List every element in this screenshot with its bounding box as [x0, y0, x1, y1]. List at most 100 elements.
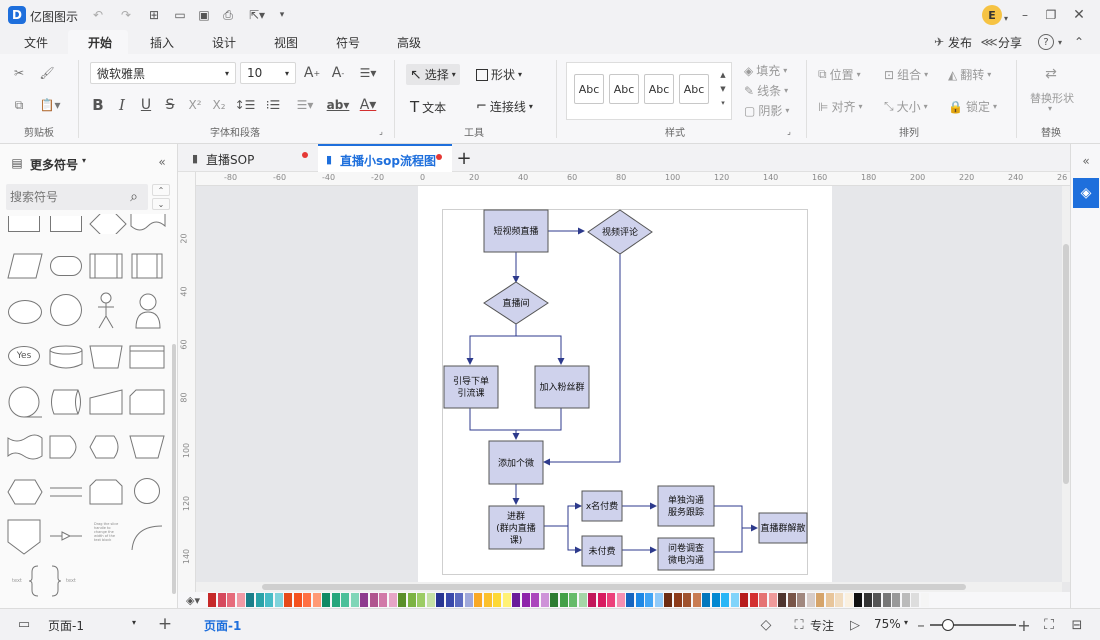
replace-shape-icon[interactable]: ⇄ — [1040, 64, 1062, 84]
color-swatch[interactable] — [360, 593, 368, 607]
shape-user[interactable] — [134, 292, 162, 330]
color-swatch[interactable] — [683, 593, 691, 607]
doc-tab-2[interactable]: ▮ 直播小sop流程图 — [318, 144, 452, 172]
color-swatch[interactable] — [464, 593, 473, 607]
color-swatch[interactable] — [531, 593, 539, 607]
color-swatch[interactable] — [616, 593, 625, 607]
restore-icon[interactable]: ❐ — [1042, 6, 1060, 24]
color-swatch[interactable] — [626, 593, 634, 607]
shape-ellipse[interactable] — [8, 300, 42, 324]
bold-icon[interactable]: B — [90, 96, 106, 114]
menu-insert[interactable]: 插入 — [150, 34, 174, 51]
share-button[interactable]: 分享 — [998, 34, 1022, 51]
node-n7[interactable]: 进群 (群内直播 课) — [488, 505, 545, 550]
color-swatch[interactable] — [597, 593, 606, 607]
shape-punched-tape[interactable] — [6, 434, 44, 460]
shape-parallel-lines[interactable] — [48, 478, 84, 506]
style-sample-3[interactable]: Abc — [644, 74, 674, 104]
color-swatch[interactable] — [588, 593, 596, 607]
publish-button[interactable]: 发布 — [948, 34, 972, 51]
chevron-down-icon[interactable]: ▾ — [904, 618, 908, 627]
drawing-canvas[interactable]: 短视频直播 视频评论 直播间 引导下单 引流课 加入粉丝群 添加个微 进群 (群… — [196, 186, 1062, 582]
color-swatch[interactable] — [303, 593, 311, 607]
color-swatch[interactable] — [835, 593, 843, 607]
color-swatch[interactable] — [388, 593, 397, 607]
style-dialog-launcher-icon[interactable]: ⌟ — [784, 126, 794, 136]
color-swatch[interactable] — [749, 593, 758, 607]
shape-card[interactable] — [88, 344, 124, 370]
style-sample-1[interactable]: Abc — [574, 74, 604, 104]
color-swatch[interactable] — [436, 593, 444, 607]
shape-document[interactable] — [128, 214, 168, 234]
font-family-select[interactable]: 微软雅黑 ▾ — [90, 62, 236, 84]
color-swatch[interactable] — [702, 593, 710, 607]
shape-direct-data[interactable] — [48, 388, 84, 416]
color-swatch[interactable] — [806, 593, 815, 607]
expand-panel-icon[interactable]: « — [1077, 152, 1095, 170]
text-highlight-icon[interactable]: ab▾ — [326, 96, 350, 114]
focus-icon[interactable]: ⛶ — [790, 615, 808, 635]
color-swatch[interactable] — [445, 593, 454, 607]
color-swatch[interactable] — [502, 593, 511, 607]
edge-n10-n12[interactable] — [714, 505, 758, 532]
shape-connector-circle[interactable] — [134, 478, 160, 504]
color-swatch[interactable] — [540, 593, 549, 607]
decrease-font-icon[interactable]: A- — [328, 64, 348, 82]
collapse-ribbon-icon[interactable]: ⌃ — [1072, 34, 1086, 50]
shape-internal-storage[interactable] — [128, 344, 166, 370]
text-align-icon[interactable]: ☰▾ — [356, 64, 380, 82]
shape-terminator[interactable] — [50, 256, 82, 276]
font-dialog-launcher-icon[interactable]: ⌟ — [376, 126, 386, 136]
panel-scrollbar[interactable] — [172, 344, 176, 594]
color-swatch[interactable] — [692, 593, 701, 607]
lock-button[interactable]: 🔒 锁定 ▾ — [948, 98, 997, 115]
save-icon[interactable]: ▣ — [196, 7, 212, 23]
zoom-out-icon[interactable]: – — [914, 615, 928, 635]
page-view-icon[interactable]: ▭ — [14, 616, 34, 632]
color-swatch[interactable] — [379, 593, 387, 607]
focus-mode-button[interactable]: 专注 — [810, 617, 834, 634]
edge-n7-n8[interactable] — [544, 502, 582, 527]
avatar-dropdown-icon[interactable]: ▾ — [1002, 14, 1010, 23]
share-icon[interactable]: ⋘ — [980, 34, 997, 50]
shape-arc[interactable] — [128, 522, 166, 552]
publish-icon[interactable]: ✈ — [932, 34, 946, 50]
shape-actor[interactable] — [94, 292, 118, 330]
node-n4[interactable]: 引导下单 引流课 — [443, 365, 499, 409]
color-swatch[interactable] — [816, 593, 824, 607]
node-n12[interactable]: 直播群解散 — [758, 512, 808, 544]
color-swatch[interactable] — [341, 593, 349, 607]
shape-hexagon[interactable] — [6, 478, 44, 506]
color-swatch[interactable] — [474, 593, 482, 607]
shape-manual-operation[interactable] — [128, 434, 166, 460]
help-icon[interactable]: ? — [1038, 34, 1054, 50]
color-swatch[interactable] — [417, 593, 425, 607]
shape-circle[interactable] — [50, 294, 82, 326]
bullet-list-icon[interactable]: ⁝☰ — [262, 96, 284, 114]
scroll-up-icon[interactable]: ⌃ — [152, 184, 170, 196]
style-gallery-scroll-icon[interactable]: ▲ ▼ ▾ — [718, 64, 728, 114]
color-swatch[interactable] — [778, 593, 786, 607]
shape-tool-button[interactable]: 形状 ▾ — [476, 66, 522, 83]
zoom-slider-thumb[interactable] — [942, 619, 954, 631]
shape-loop-limit[interactable] — [88, 478, 124, 506]
font-size-select[interactable]: 10 ▾ — [240, 62, 296, 84]
chevron-down-icon[interactable]: ▾ — [132, 618, 136, 627]
line-spacing-icon[interactable]: ↕☰ — [234, 96, 256, 114]
horizontal-scrollbar-thumb[interactable] — [262, 584, 966, 590]
strikethrough-icon[interactable]: S — [162, 96, 178, 114]
paste-icon[interactable]: 📋▾ — [38, 96, 62, 114]
color-swatch[interactable] — [645, 593, 653, 607]
fit-page-icon[interactable]: ⛶ — [1040, 615, 1058, 635]
color-swatch[interactable] — [236, 593, 245, 607]
customize-quick-access-icon[interactable]: ▾ — [276, 7, 288, 23]
edge-n3-n4[interactable] — [466, 324, 517, 365]
color-swatch[interactable] — [493, 593, 501, 607]
connector-tool-button[interactable]: ⌐ 连接线 ▾ — [476, 98, 533, 115]
color-swatch[interactable] — [550, 593, 558, 607]
page-select[interactable]: 页面-1 — [48, 617, 84, 634]
increase-font-icon[interactable]: A + — [302, 64, 322, 82]
shape-cylinder[interactable] — [48, 344, 84, 370]
subscript-icon[interactable]: X₂ — [210, 96, 228, 114]
align-button[interactable]: ⊫ 对齐 ▾ — [818, 98, 862, 115]
